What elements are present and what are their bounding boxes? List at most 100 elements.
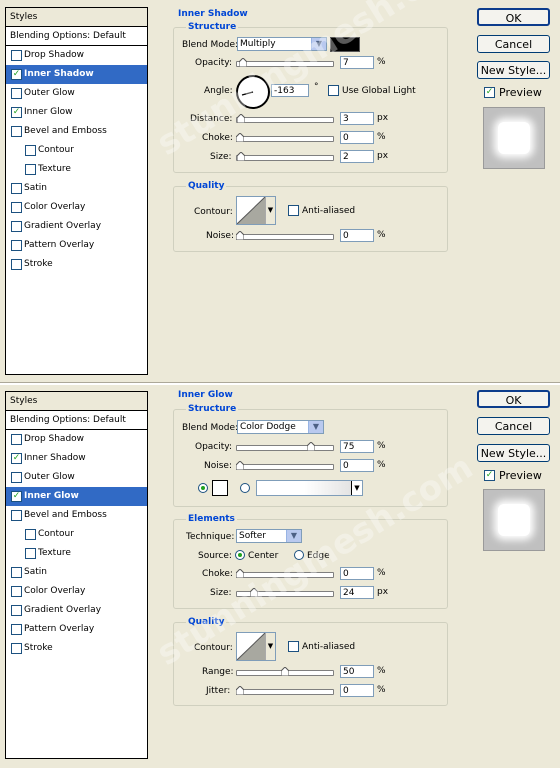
- blend-mode-select[interactable]: Color Dodge ▼: [237, 420, 324, 434]
- style-item-color-overlay[interactable]: Color Overlay: [6, 198, 147, 217]
- color-mode-radio[interactable]: [198, 483, 208, 493]
- style-item-color-overlay[interactable]: Color Overlay: [6, 582, 147, 601]
- style-checkbox[interactable]: [11, 88, 22, 99]
- opacity-slider[interactable]: [236, 58, 334, 67]
- source-edge-radio[interactable]: [294, 550, 304, 560]
- style-item-stroke[interactable]: Stroke: [6, 639, 147, 658]
- size-input[interactable]: 2: [340, 150, 374, 163]
- style-item-outer-glow[interactable]: Outer Glow: [6, 468, 147, 487]
- style-item-bevel-and-emboss[interactable]: Bevel and Emboss: [6, 122, 147, 141]
- noise-slider[interactable]: [236, 461, 334, 470]
- slider-thumb-icon[interactable]: [237, 152, 245, 161]
- slider-thumb-icon[interactable]: [250, 588, 258, 597]
- style-checkbox[interactable]: [11, 259, 22, 270]
- slider-thumb-icon[interactable]: [237, 114, 245, 123]
- noise-slider[interactable]: [236, 231, 334, 240]
- noise-input[interactable]: 0: [340, 229, 374, 242]
- style-item-inner-shadow[interactable]: ✓ Inner Shadow: [6, 449, 147, 468]
- opacity-input[interactable]: 7: [340, 56, 374, 69]
- anti-aliased-checkbox[interactable]: [288, 205, 299, 216]
- slider-thumb-icon[interactable]: [236, 569, 244, 578]
- glow-color-swatch[interactable]: [212, 480, 228, 496]
- distance-slider[interactable]: [236, 114, 334, 123]
- style-item-contour[interactable]: Contour: [6, 525, 147, 544]
- style-checkbox[interactable]: ✓: [11, 69, 22, 80]
- style-item-satin[interactable]: Satin: [6, 179, 147, 198]
- style-item-gradient-overlay[interactable]: Gradient Overlay: [6, 217, 147, 236]
- choke-slider[interactable]: [236, 133, 334, 142]
- style-checkbox[interactable]: [11, 586, 22, 597]
- choke-slider[interactable]: [236, 569, 334, 578]
- blending-options-item[interactable]: Blending Options: Default: [6, 27, 147, 46]
- style-checkbox[interactable]: [11, 605, 22, 616]
- style-item-inner-glow[interactable]: ✓ Inner Glow: [6, 103, 147, 122]
- slider-thumb-icon[interactable]: [236, 461, 244, 470]
- style-checkbox[interactable]: [11, 126, 22, 137]
- style-item-drop-shadow[interactable]: Drop Shadow: [6, 46, 147, 65]
- size-input[interactable]: 24: [340, 586, 374, 599]
- use-global-light-checkbox[interactable]: [328, 85, 339, 96]
- contour-picker[interactable]: ▼: [236, 196, 276, 225]
- style-item-inner-shadow[interactable]: ✓ Inner Shadow: [6, 65, 147, 84]
- jitter-slider[interactable]: [236, 686, 334, 695]
- angle-input[interactable]: -163: [271, 84, 309, 97]
- style-checkbox[interactable]: [11, 624, 22, 635]
- style-item-gradient-overlay[interactable]: Gradient Overlay: [6, 601, 147, 620]
- style-checkbox[interactable]: [11, 643, 22, 654]
- new-style-button[interactable]: New Style...: [477, 444, 550, 462]
- anti-aliased-checkbox[interactable]: [288, 641, 299, 652]
- range-slider[interactable]: [236, 667, 334, 676]
- style-item-contour[interactable]: Contour: [6, 141, 147, 160]
- style-item-drop-shadow[interactable]: Drop Shadow: [6, 430, 147, 449]
- choke-input[interactable]: 0: [340, 131, 374, 144]
- technique-select[interactable]: Softer ▼: [236, 529, 302, 543]
- cancel-button[interactable]: Cancel: [477, 417, 550, 435]
- style-checkbox[interactable]: [25, 548, 36, 559]
- style-checkbox[interactable]: [11, 221, 22, 232]
- blending-options-item[interactable]: Blending Options: Default: [6, 411, 147, 430]
- style-item-stroke[interactable]: Stroke: [6, 255, 147, 274]
- new-style-button[interactable]: New Style...: [477, 61, 550, 79]
- opacity-slider[interactable]: [236, 442, 334, 451]
- style-item-satin[interactable]: Satin: [6, 563, 147, 582]
- gradient-picker[interactable]: ▼: [256, 480, 363, 496]
- ok-button[interactable]: OK: [477, 8, 550, 26]
- angle-dial[interactable]: [236, 75, 270, 109]
- style-item-pattern-overlay[interactable]: Pattern Overlay: [6, 620, 147, 639]
- preview-checkbox[interactable]: ✓: [484, 470, 495, 481]
- choke-input[interactable]: 0: [340, 567, 374, 580]
- jitter-input[interactable]: 0: [340, 684, 374, 697]
- slider-thumb-icon[interactable]: [281, 667, 289, 676]
- cancel-button[interactable]: Cancel: [477, 35, 550, 53]
- slider-thumb-icon[interactable]: [307, 442, 315, 451]
- slider-thumb-icon[interactable]: [236, 133, 244, 142]
- distance-input[interactable]: 3: [340, 112, 374, 125]
- style-checkbox[interactable]: [11, 567, 22, 578]
- style-checkbox[interactable]: [11, 50, 22, 61]
- style-checkbox[interactable]: [11, 183, 22, 194]
- contour-picker[interactable]: ▼: [236, 632, 276, 661]
- noise-input[interactable]: 0: [340, 459, 374, 472]
- opacity-input[interactable]: 75: [340, 440, 374, 453]
- style-checkbox[interactable]: [25, 529, 36, 540]
- style-item-texture[interactable]: Texture: [6, 160, 147, 179]
- style-checkbox[interactable]: [11, 202, 22, 213]
- style-item-pattern-overlay[interactable]: Pattern Overlay: [6, 236, 147, 255]
- style-checkbox[interactable]: [11, 434, 22, 445]
- source-center-radio[interactable]: [235, 550, 245, 560]
- style-checkbox[interactable]: ✓: [11, 453, 22, 464]
- blend-mode-select[interactable]: Multiply ▼: [237, 37, 327, 51]
- style-item-outer-glow[interactable]: Outer Glow: [6, 84, 147, 103]
- slider-thumb-icon[interactable]: [236, 231, 244, 240]
- style-checkbox[interactable]: [11, 510, 22, 521]
- range-input[interactable]: 50: [340, 665, 374, 678]
- style-checkbox[interactable]: [11, 240, 22, 251]
- shadow-color-swatch[interactable]: [330, 37, 360, 52]
- size-slider[interactable]: [236, 588, 334, 597]
- style-checkbox[interactable]: ✓: [11, 107, 22, 118]
- ok-button[interactable]: OK: [477, 390, 550, 408]
- preview-checkbox[interactable]: ✓: [484, 87, 495, 98]
- style-item-inner-glow[interactable]: ✓ Inner Glow: [6, 487, 147, 506]
- style-item-bevel-and-emboss[interactable]: Bevel and Emboss: [6, 506, 147, 525]
- slider-thumb-icon[interactable]: [236, 686, 244, 695]
